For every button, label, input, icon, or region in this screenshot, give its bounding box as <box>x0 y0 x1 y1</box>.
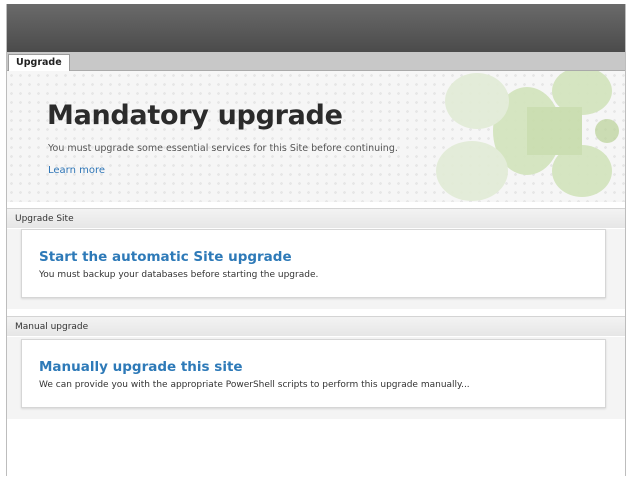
tab-strip: Upgrade <box>7 52 625 72</box>
page-title: Mandatory upgrade <box>47 100 343 131</box>
site-logo-decoration <box>436 71 619 201</box>
learn-more-link[interactable]: Learn more <box>48 165 105 176</box>
automatic-upgrade-title[interactable]: Start the automatic Site upgrade <box>39 249 292 265</box>
page-description: You must upgrade some essential services… <box>48 143 398 154</box>
manual-upgrade-title[interactable]: Manually upgrade this site <box>39 359 243 375</box>
app-window: Upgrade Mandatory upgrade You must upgra… <box>6 4 626 476</box>
section-header-manual-upgrade: Manual upgrade <box>7 316 625 336</box>
tab-upgrade[interactable]: Upgrade <box>8 54 70 72</box>
automatic-upgrade-card[interactable]: Start the automatic Site upgrade You mus… <box>21 229 606 298</box>
manual-upgrade-card[interactable]: Manually upgrade this site We can provid… <box>21 339 606 408</box>
section-body-upgrade-site: Start the automatic Site upgrade You mus… <box>7 229 625 309</box>
section-body-manual-upgrade: Manually upgrade this site We can provid… <box>7 337 625 419</box>
hero-banner: Mandatory upgrade You must upgrade some … <box>7 71 625 202</box>
section-header-upgrade-site: Upgrade Site <box>7 208 625 228</box>
title-bar <box>7 4 625 52</box>
automatic-upgrade-description: You must backup your databases before st… <box>39 270 319 280</box>
manual-upgrade-description: We can provide you with the appropriate … <box>39 380 470 390</box>
